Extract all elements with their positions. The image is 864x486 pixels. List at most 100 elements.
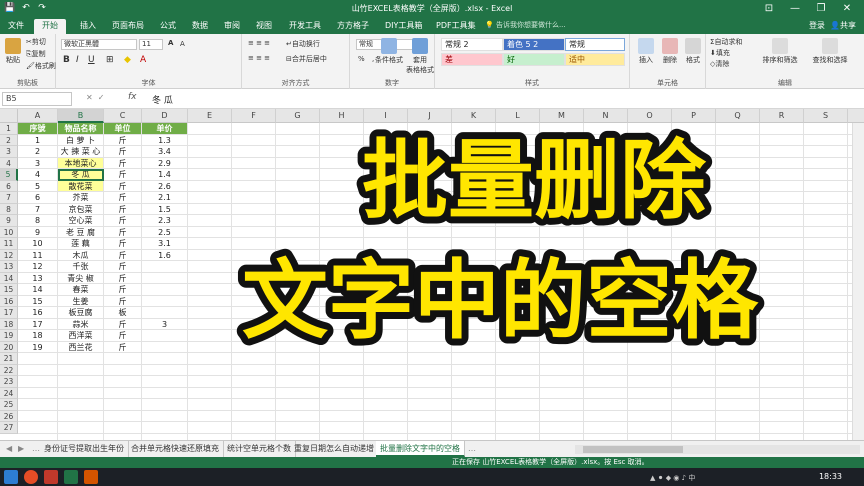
font-size-select[interactable]: 11 xyxy=(139,39,163,50)
font-color-icon[interactable]: A xyxy=(140,55,146,65)
table-cell[interactable]: 3 xyxy=(142,318,188,330)
insert-cells-button[interactable]: 插入 xyxy=(636,38,656,65)
column-header-s[interactable]: S xyxy=(804,109,848,123)
table-cell[interactable]: 3.1 xyxy=(142,238,188,250)
format-cells-button[interactable]: 格式 xyxy=(683,38,703,65)
column-header-a[interactable]: A xyxy=(18,109,58,123)
name-box[interactable]: B5 xyxy=(2,92,72,106)
clear-button[interactable]: ◇清除 xyxy=(710,59,729,69)
table-cell[interactable]: 斤 xyxy=(104,272,142,284)
border-icon[interactable]: ⊞ xyxy=(106,55,114,65)
close-icon[interactable]: ✕ xyxy=(834,1,860,16)
share-button[interactable]: 共享 xyxy=(840,21,856,30)
copy-button[interactable]: ⎘复制 xyxy=(26,49,46,59)
table-cell[interactable]: 板豆腐 xyxy=(58,307,104,319)
style-normal-2[interactable]: 常规 2 xyxy=(441,38,503,51)
table-cell[interactable]: 16 xyxy=(18,307,58,319)
row-header-1[interactable]: 1 xyxy=(0,123,18,135)
table-cell[interactable] xyxy=(142,330,188,342)
tab-file[interactable]: 文件 xyxy=(6,19,26,34)
cut-button[interactable]: ✂剪切 xyxy=(26,37,46,47)
italic-button[interactable]: I xyxy=(76,55,79,65)
row-header-2[interactable]: 2 xyxy=(0,134,18,146)
sheet-tab[interactable]: 合并单元格快速还原填充 xyxy=(127,441,224,457)
table-cell[interactable]: 斤 xyxy=(104,180,142,192)
table-cell[interactable]: 斤 xyxy=(104,192,142,204)
delete-cells-button[interactable]: 删除 xyxy=(660,38,680,65)
table-cell[interactable]: 斤 xyxy=(104,226,142,238)
worksheet-grid[interactable]: ABCDEFGHIJKLMNOPQRST 1234567891011121314… xyxy=(0,109,864,440)
column-header-k[interactable]: K xyxy=(452,109,496,123)
column-header-e[interactable]: E xyxy=(188,109,232,123)
minimize-icon[interactable]: — xyxy=(782,1,808,16)
find-select-button[interactable]: 查找和选择 xyxy=(806,38,854,65)
row-header-4[interactable]: 4 xyxy=(0,157,18,169)
table-cell[interactable]: 大 揀 菜 心 xyxy=(58,146,104,158)
more-sheets-icon[interactable]: … xyxy=(32,444,40,453)
table-cell[interactable]: 斤 xyxy=(104,249,142,261)
column-header-t[interactable]: T xyxy=(848,109,864,123)
merge-center-button[interactable]: ⊟合并后居中 xyxy=(286,54,327,64)
enter-icon[interactable]: ✓ xyxy=(98,93,105,102)
paste-button[interactable]: 粘贴 xyxy=(3,38,23,65)
column-header-c[interactable]: C xyxy=(104,109,142,123)
row-header-21[interactable]: 21 xyxy=(0,353,18,365)
style-accent5-2[interactable]: 着色 5 2 xyxy=(503,38,565,51)
app-icon[interactable] xyxy=(84,470,98,484)
conditional-format-button[interactable]: 条件格式 xyxy=(371,38,407,65)
align-left-icon[interactable]: ≡ ≡ ≡ xyxy=(248,54,270,62)
wps-icon[interactable] xyxy=(44,470,58,484)
tab-formulas[interactable]: 公式 xyxy=(158,19,178,34)
tab-home[interactable]: 开始 xyxy=(34,19,66,34)
table-cell[interactable]: 春菜 xyxy=(58,284,104,296)
row-header-18[interactable]: 18 xyxy=(0,318,18,330)
table-cell[interactable] xyxy=(142,307,188,319)
column-header-p[interactable]: P xyxy=(672,109,716,123)
table-cell[interactable]: 9 xyxy=(18,226,58,238)
table-cell[interactable]: 千张 xyxy=(58,261,104,273)
font-name-select[interactable]: 微软正黑體 xyxy=(61,39,137,50)
grow-font-button[interactable]: A xyxy=(168,39,173,47)
table-cell[interactable]: 西兰花 xyxy=(58,341,104,353)
row-header-6[interactable]: 6 xyxy=(0,180,18,192)
ribbon-display-icon[interactable]: ⊡ xyxy=(756,1,782,16)
column-header-d[interactable]: D xyxy=(142,109,188,123)
table-cell[interactable]: 斤 xyxy=(104,215,142,227)
style-normal[interactable]: 常规 xyxy=(565,38,625,51)
horizontal-scrollbar[interactable] xyxy=(575,445,860,454)
table-cell[interactable]: 12 xyxy=(18,261,58,273)
table-cell[interactable]: 1.5 xyxy=(142,203,188,215)
table-cell[interactable]: 老 豆 腐 xyxy=(58,226,104,238)
table-cell[interactable]: 7 xyxy=(18,203,58,215)
sheet-tab[interactable]: 重复日期怎么自动递增 xyxy=(290,441,379,457)
row-header-5[interactable]: 5 xyxy=(0,169,18,181)
table-cell[interactable]: 2.9 xyxy=(142,157,188,169)
autosum-button[interactable]: Σ自动求和 xyxy=(710,37,742,47)
column-header-j[interactable]: J xyxy=(408,109,452,123)
tell-me-box[interactable]: 💡 告诉我你想要做什么... xyxy=(485,20,566,30)
table-cell[interactable]: 10 xyxy=(18,238,58,250)
table-cell[interactable]: 本地菜心 xyxy=(58,157,104,169)
row-header-17[interactable]: 17 xyxy=(0,307,18,319)
table-cell[interactable]: 斤 xyxy=(104,169,142,181)
column-header-r[interactable]: R xyxy=(760,109,804,123)
tab-fangfang[interactable]: 方方格子 xyxy=(335,19,371,34)
percent-button[interactable]: % xyxy=(358,55,365,63)
table-cell[interactable]: 1.3 xyxy=(142,134,188,146)
row-header-8[interactable]: 8 xyxy=(0,203,18,215)
tab-page-layout[interactable]: 页面布局 xyxy=(110,19,146,34)
table-cell[interactable]: 15 xyxy=(18,295,58,307)
table-cell[interactable] xyxy=(142,284,188,296)
row-header-7[interactable]: 7 xyxy=(0,192,18,204)
table-cell[interactable]: 14 xyxy=(18,284,58,296)
row-header-26[interactable]: 26 xyxy=(0,410,18,422)
more-sheets-right-icon[interactable]: … xyxy=(468,444,476,453)
table-cell[interactable]: 斤 xyxy=(104,284,142,296)
row-header-22[interactable]: 22 xyxy=(0,364,18,376)
table-cell[interactable]: 斤 xyxy=(104,341,142,353)
tab-pdf-tools[interactable]: PDF工具集 xyxy=(434,19,478,34)
vertical-scrollbar[interactable] xyxy=(852,123,864,440)
tab-data[interactable]: 数据 xyxy=(190,19,210,34)
table-cell[interactable]: 2.1 xyxy=(142,192,188,204)
table-cell[interactable]: 散花菜 xyxy=(58,180,104,192)
